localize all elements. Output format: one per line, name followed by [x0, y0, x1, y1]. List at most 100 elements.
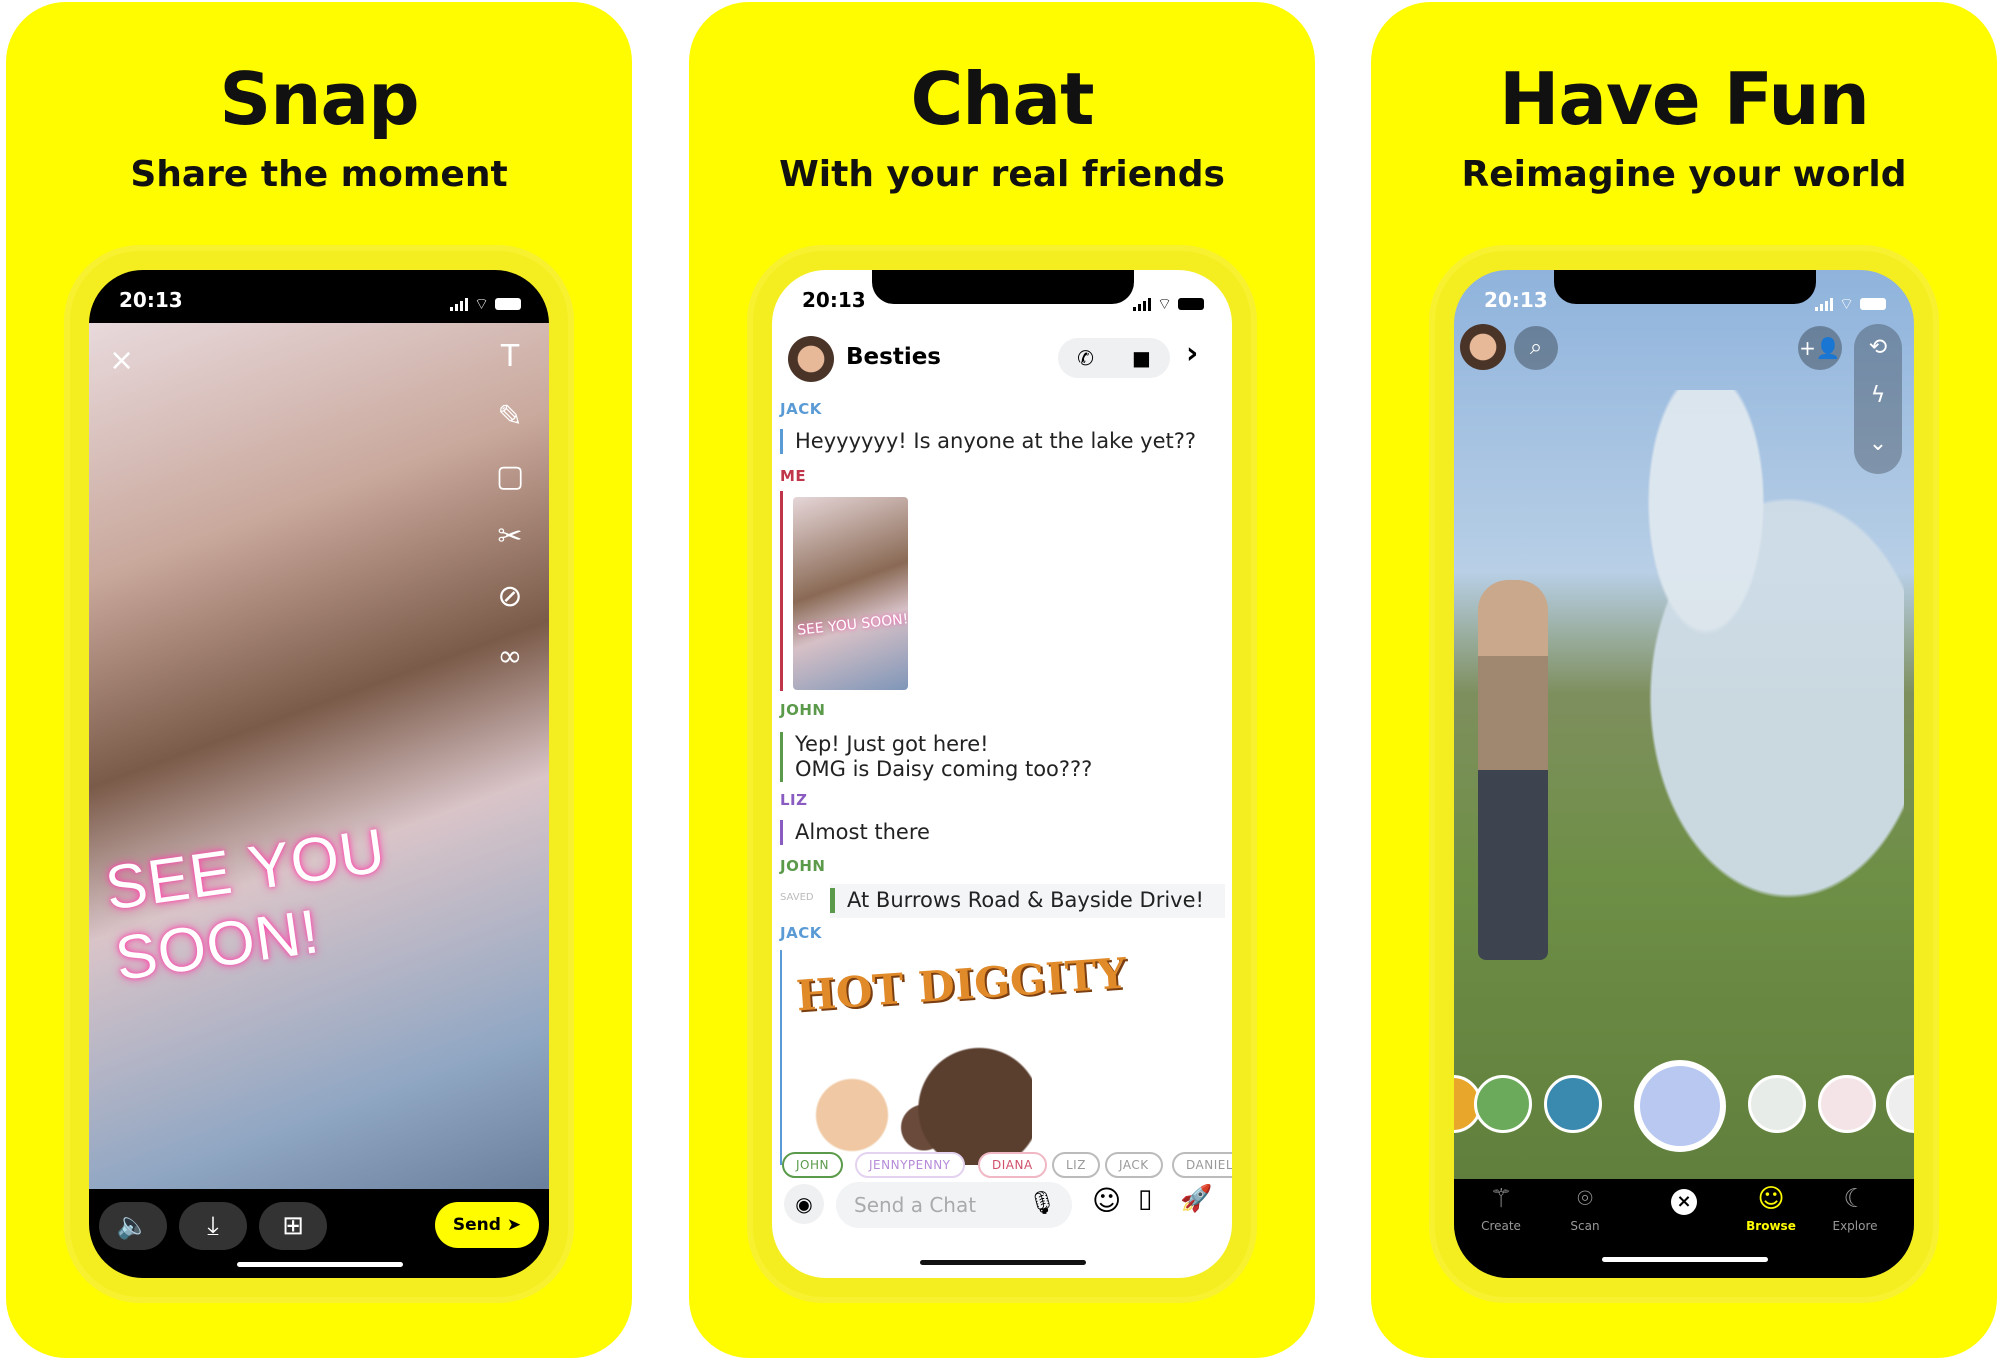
add-friend-icon[interactable]: +👤	[1798, 326, 1842, 370]
lens-item[interactable]	[1818, 1075, 1876, 1133]
lens-nav-bar: ⚚ Create ⌾ Scan × ☺ Browse ☾ Explore	[1454, 1179, 1914, 1278]
panel-title: Have Fun	[1499, 57, 1870, 141]
message-line: OMG is Daisy coming too???	[795, 757, 1093, 781]
lens-item[interactable]	[1474, 1075, 1532, 1133]
panel-title: Chat	[910, 57, 1094, 141]
send-label: Send	[452, 1215, 501, 1235]
close-icon: ×	[1649, 1179, 1719, 1219]
phone-icon[interactable]: ✆	[1077, 346, 1094, 370]
flip-camera-icon[interactable]: ⟲	[1854, 324, 1902, 372]
cards-icon[interactable]: ▯	[1138, 1184, 1152, 1214]
friend-chip-liz[interactable]: LIZ	[1052, 1152, 1100, 1178]
nav-explore[interactable]: ☾ Explore	[1820, 1179, 1890, 1233]
panel-subtitle: Share the moment	[130, 154, 508, 195]
chat-input-placeholder: Send a Chat	[854, 1193, 977, 1217]
nav-label: Explore	[1832, 1219, 1878, 1233]
nav-label: Scan	[1570, 1219, 1600, 1233]
rocket-icon[interactable]: 🚀	[1180, 1184, 1212, 1214]
camera-icon[interactable]: ◉	[784, 1184, 824, 1224]
saved-label: SAVED	[780, 892, 814, 903]
close-lens-button[interactable]: ×	[1649, 1179, 1719, 1219]
sender-label: JACK	[780, 924, 822, 942]
group-avatar[interactable]	[788, 336, 834, 382]
panel-title: Snap	[219, 57, 419, 141]
person-in-scene	[1478, 580, 1548, 960]
emoji-icon[interactable]: ☺	[1092, 1184, 1121, 1217]
message-bar	[780, 491, 783, 691]
sender-label: JOHN	[780, 857, 826, 875]
status-icons: ⌔	[1814, 294, 1886, 314]
message-line: Yep! Just got here!	[795, 732, 989, 756]
magic-wand-icon: ⚚	[1489, 1184, 1513, 1214]
microphone-icon[interactable]: 🎙	[1028, 1191, 1056, 1216]
text-icon[interactable]: T	[493, 340, 527, 374]
smiley-icon: ☺	[1757, 1184, 1785, 1214]
sender-label: LIZ	[780, 791, 808, 809]
call-controls: ✆ ■	[1058, 338, 1170, 378]
phone-mockup: 20:13 ⌔ × SEE YOU SOON! T ✎ ▢ ✂ ⊘ ∞ 🔈 ⤓ …	[70, 251, 568, 1297]
chat-message[interactable]: Almost there	[780, 820, 930, 845]
send-button[interactable]: Send ➤	[435, 1202, 539, 1248]
lens-item[interactable]	[1544, 1075, 1602, 1133]
share-story-icon[interactable]: ⊞	[259, 1202, 327, 1250]
snap-thumbnail[interactable]: SEE YOU SOON!	[793, 497, 908, 690]
sender-label: ME	[780, 467, 807, 485]
video-icon[interactable]: ■	[1132, 346, 1151, 370]
home-indicator	[237, 1262, 403, 1267]
pegasus-lens-effect	[1574, 390, 1904, 950]
lens-item[interactable]	[1886, 1075, 1914, 1133]
panel-snap: Snap Share the moment 20:13 ⌔ × SEE YOU …	[6, 2, 632, 1358]
message-bar	[780, 950, 782, 1165]
notch	[1554, 270, 1816, 304]
chat-message[interactable]: Yep! Just got here! OMG is Daisy coming t…	[780, 732, 1092, 782]
chat-message[interactable]: At Burrows Road & Bayside Drive!	[830, 888, 1204, 913]
close-icon[interactable]: ×	[109, 343, 134, 378]
scissors-icon[interactable]: ✂	[493, 520, 527, 554]
panel-subtitle: With your real friends	[779, 154, 1225, 195]
status-time: 20:13	[802, 288, 866, 312]
phone-mockup: 20:13 ⌔ ⌕ +👤 ⟲ ϟ ⌄ ⚚Create ⌾Scan ×	[1435, 251, 1933, 1297]
home-indicator	[920, 1260, 1086, 1265]
status-time: 20:13	[1484, 288, 1548, 312]
friend-chip-daniel[interactable]: DANIEL	[1172, 1152, 1232, 1178]
snap-caption[interactable]: SEE YOU SOON!	[101, 793, 549, 995]
friend-chip-jack[interactable]: JACK	[1105, 1152, 1163, 1178]
scan-icon: ⌾	[1577, 1184, 1593, 1214]
profile-avatar[interactable]	[1460, 324, 1506, 370]
lens-item-selected[interactable]	[1634, 1060, 1726, 1152]
nav-browse[interactable]: ☺ Browse	[1736, 1179, 1806, 1233]
pencil-icon[interactable]: ✎	[493, 400, 527, 434]
bitmoji-sticker[interactable]	[792, 1040, 1032, 1165]
snap-bottom-bar: 🔈 ⤓ ⊞ Send ➤	[89, 1189, 549, 1278]
friend-chip-jennypenny[interactable]: JENNYPENNY	[855, 1152, 965, 1178]
chat-message[interactable]: Heyyyyyy! Is anyone at the lake yet??	[780, 429, 1196, 454]
phone-mockup: 20:13 ⌔ Besties ✆ ■ › JACK Heyyyyyy! Is a…	[753, 251, 1251, 1297]
download-icon[interactable]: ⤓	[179, 1202, 247, 1250]
thumbnail-caption: SEE YOU SOON!	[796, 611, 908, 639]
sender-label: JACK	[780, 400, 822, 418]
search-icon[interactable]: ⌕	[1514, 326, 1558, 370]
sender-label: JOHN	[780, 701, 826, 719]
lens-item[interactable]	[1748, 1075, 1806, 1133]
sticker-icon[interactable]: ▢	[493, 460, 527, 494]
sound-icon[interactable]: 🔈	[99, 1202, 167, 1250]
nav-create[interactable]: ⚚ Create	[1466, 1179, 1536, 1233]
friend-chip-diana[interactable]: DIANA	[978, 1152, 1047, 1178]
paperclip-icon[interactable]: ⊘	[493, 580, 527, 614]
nav-scan[interactable]: ⌾ Scan	[1550, 1179, 1620, 1233]
panel-subtitle: Reimagine your world	[1461, 154, 1907, 195]
panel-chat: Chat With your real friends 20:13 ⌔ Best…	[689, 2, 1315, 1358]
bitmoji-sticker-text: HOT DIGGITY	[794, 948, 1129, 1021]
nav-label: Create	[1481, 1219, 1521, 1233]
status-icons: ⌔	[1132, 294, 1204, 314]
status-time: 20:13	[119, 288, 183, 312]
chat-input[interactable]: Send a Chat 🎙	[836, 1182, 1072, 1228]
loop-icon[interactable]: ∞	[493, 640, 527, 674]
panel-have-fun: Have Fun Reimagine your world 20:13 ⌔ ⌕ …	[1371, 2, 1997, 1358]
nav-label: Browse	[1746, 1219, 1796, 1233]
chat-title[interactable]: Besties	[846, 344, 941, 370]
notch	[872, 270, 1134, 304]
status-icons: ⌔	[449, 294, 521, 314]
chevron-right-icon[interactable]: ›	[1186, 336, 1198, 371]
friend-chip-john[interactable]: JOHN	[782, 1152, 843, 1178]
